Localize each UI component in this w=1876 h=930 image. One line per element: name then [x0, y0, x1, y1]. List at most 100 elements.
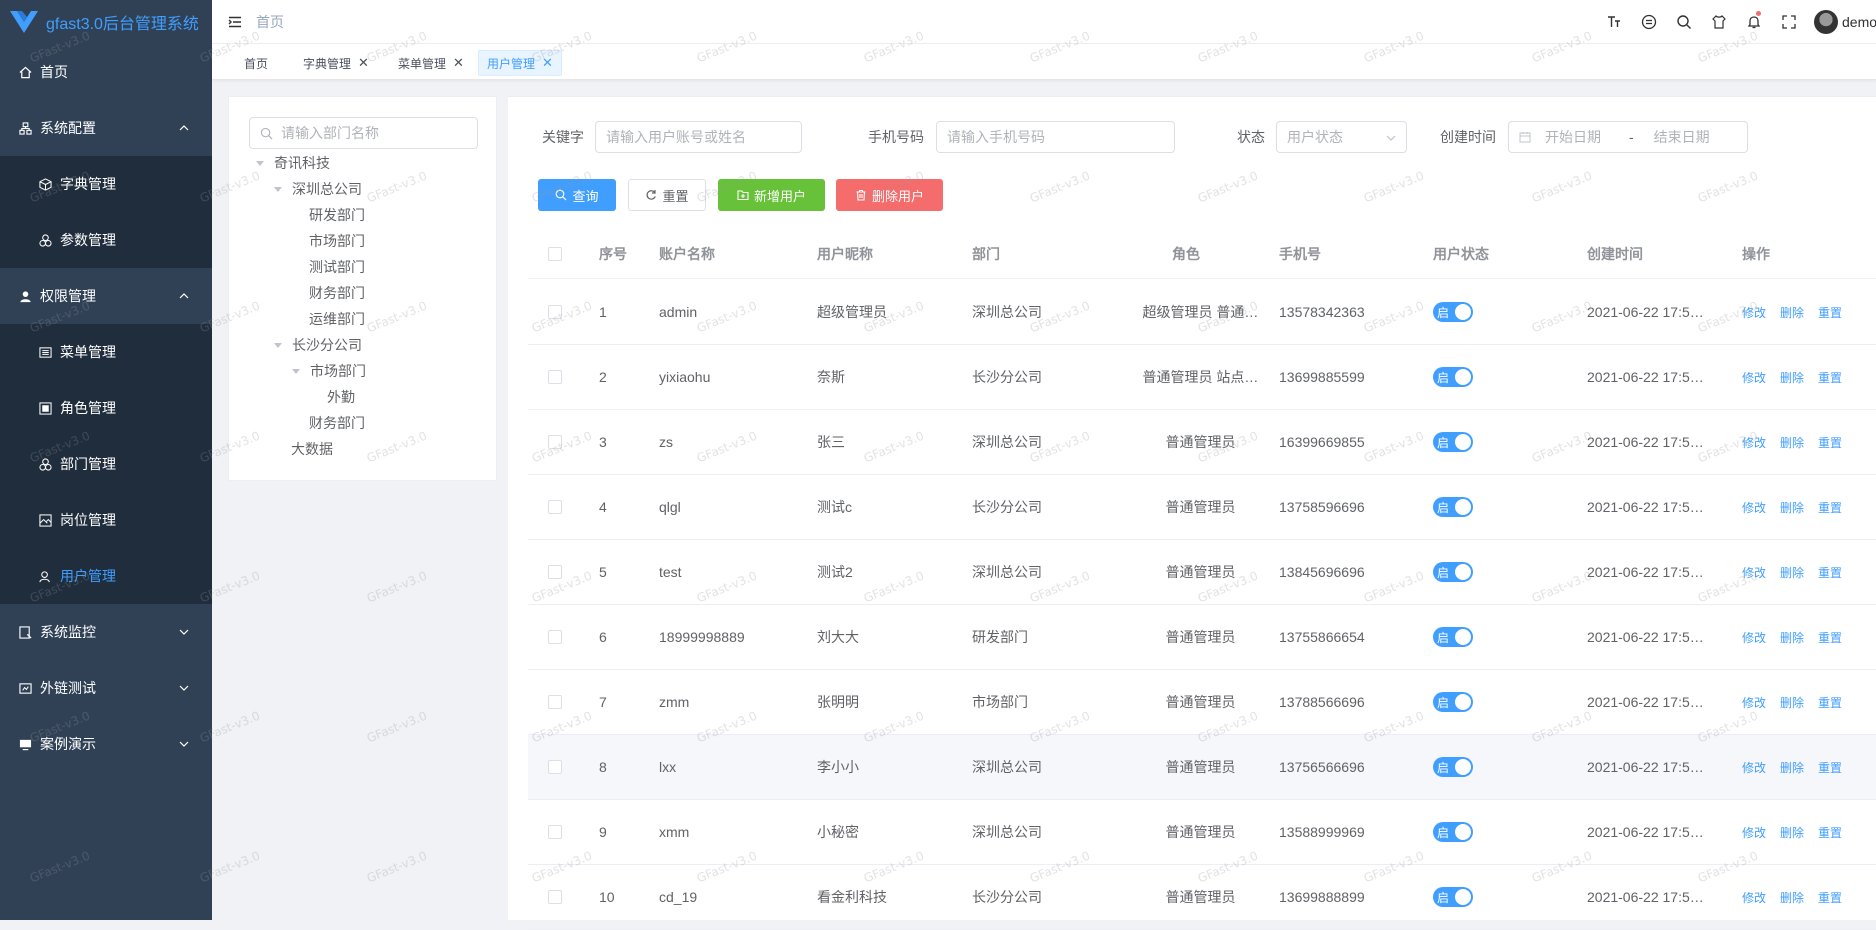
row-checkbox[interactable] [548, 540, 562, 604]
reset-password-link[interactable]: 重置 [1818, 889, 1842, 906]
tree-node[interactable]: 长沙分公司 [274, 332, 362, 358]
sidebar-item-monitor[interactable]: 系统监控 [0, 604, 212, 660]
search-icon[interactable] [1666, 0, 1701, 44]
tree-node[interactable]: 深圳总公司 [274, 176, 362, 202]
row-checkbox[interactable] [548, 735, 562, 799]
tree-node[interactable]: 研发部门 [309, 202, 365, 228]
status-select[interactable]: 用户状态 [1276, 121, 1407, 153]
close-icon[interactable]: ✕ [453, 55, 464, 71]
table-row[interactable]: 1 admin 超级管理员 深圳总公司 超级管理员 普通… 13578342363 启 202… [528, 280, 1876, 345]
reset-password-link[interactable]: 重置 [1818, 694, 1842, 711]
username[interactable]: demo [1842, 14, 1876, 30]
status-switch[interactable]: 启 [1433, 280, 1473, 344]
table-row[interactable]: 3 zs 张三 深圳总公司 普通管理员 16399669855 启 2021-06-22 17… [528, 410, 1876, 475]
status-switch[interactable]: 启 [1433, 605, 1473, 669]
row-checkbox[interactable] [548, 670, 562, 734]
sidebar-item-permission[interactable]: 权限管理 [0, 268, 212, 324]
dept-search-input[interactable]: 请输入部门名称 [249, 117, 478, 149]
reset-password-link[interactable]: 重置 [1818, 304, 1842, 321]
row-checkbox[interactable] [548, 865, 562, 929]
edit-link[interactable]: 修改 [1742, 889, 1766, 906]
tree-node[interactable]: 大数据 [291, 436, 333, 462]
row-checkbox[interactable] [548, 280, 562, 344]
row-checkbox[interactable] [548, 605, 562, 669]
delete-link[interactable]: 删除 [1780, 499, 1804, 516]
delete-link[interactable]: 删除 [1780, 369, 1804, 386]
caret-down-icon[interactable] [256, 160, 264, 166]
delete-link[interactable]: 删除 [1780, 824, 1804, 841]
end-date-placeholder[interactable]: 结束日期 [1654, 127, 1710, 147]
table-row[interactable]: 2 yixiaohu 奈斯 长沙分公司 普通管理员 站点… 13699885599 启 202… [528, 345, 1876, 410]
sidebar-item-demo[interactable]: 案例演示 [0, 716, 212, 772]
font-size-icon[interactable] [1596, 0, 1631, 44]
fullscreen-icon[interactable] [1771, 0, 1806, 44]
reset-password-link[interactable]: 重置 [1818, 434, 1842, 451]
start-date-placeholder[interactable]: 开始日期 [1545, 127, 1601, 147]
sidebar-item-dict[interactable]: 字典管理 [0, 156, 212, 212]
bell-icon[interactable] [1736, 0, 1771, 44]
sidebar-item-dept[interactable]: 部门管理 [0, 436, 212, 492]
reset-password-link[interactable]: 重置 [1818, 629, 1842, 646]
edit-link[interactable]: 修改 [1742, 434, 1766, 451]
date-range-picker[interactable]: 开始日期 - 结束日期 [1508, 121, 1748, 153]
close-icon[interactable]: ✕ [358, 55, 369, 71]
tree-node[interactable]: 外勤 [327, 384, 355, 410]
caret-down-icon[interactable] [274, 186, 282, 192]
caret-down-icon[interactable] [274, 342, 282, 348]
edit-link[interactable]: 修改 [1742, 499, 1766, 516]
row-checkbox[interactable] [548, 410, 562, 474]
table-row[interactable]: 6 18999998889 刘大大 研发部门 普通管理员 13755866654 启 2021… [528, 605, 1876, 670]
sidebar-item-post[interactable]: 岗位管理 [0, 492, 212, 548]
delete-link[interactable]: 删除 [1780, 694, 1804, 711]
query-button[interactable]: 查询 [538, 179, 616, 211]
delete-link[interactable]: 删除 [1780, 629, 1804, 646]
reset-password-link[interactable]: 重置 [1818, 824, 1842, 841]
status-switch[interactable]: 启 [1433, 345, 1473, 409]
tree-node[interactable]: 奇讯科技 [256, 150, 330, 176]
tab-menu[interactable]: 菜单管理 ✕ [390, 50, 472, 76]
tree-node[interactable]: 财务部门 [309, 280, 365, 306]
reset-button[interactable]: 重置 [628, 179, 706, 211]
select-all-checkbox[interactable] [548, 229, 562, 279]
edit-link[interactable]: 修改 [1742, 564, 1766, 581]
edit-link[interactable]: 修改 [1742, 694, 1766, 711]
sidebar-item-external-link[interactable]: 外链测试 [0, 660, 212, 716]
reset-password-link[interactable]: 重置 [1818, 369, 1842, 386]
phone-input[interactable]: 请输入手机号码 [936, 121, 1175, 153]
status-switch[interactable]: 启 [1433, 540, 1473, 604]
table-row[interactable]: 5 test 测试2 深圳总公司 普通管理员 13845696696 启 2021-06-22… [528, 540, 1876, 605]
reset-password-link[interactable]: 重置 [1818, 564, 1842, 581]
breadcrumb[interactable]: 首页 [256, 12, 284, 32]
status-switch[interactable]: 启 [1433, 800, 1473, 864]
sidebar-item-params[interactable]: 参数管理 [0, 212, 212, 268]
sidebar-item-menu[interactable]: 菜单管理 [0, 324, 212, 380]
edit-link[interactable]: 修改 [1742, 369, 1766, 386]
caret-down-icon[interactable] [292, 368, 300, 374]
table-row[interactable]: 7 zmm 张明明 市场部门 普通管理员 13788566696 启 2021-06-22 1… [528, 670, 1876, 735]
close-icon[interactable]: ✕ [542, 55, 553, 71]
edit-link[interactable]: 修改 [1742, 304, 1766, 321]
status-switch[interactable]: 启 [1433, 670, 1473, 734]
tab-dict[interactable]: 字典管理 ✕ [295, 50, 377, 76]
delete-link[interactable]: 删除 [1780, 434, 1804, 451]
table-row[interactable]: 9 xmm 小秘密 深圳总公司 普通管理员 13588999969 启 2021-06-22 … [528, 800, 1876, 865]
logo[interactable]: gfast3.0后台管理系统 [0, 0, 212, 44]
avatar[interactable] [1814, 10, 1838, 34]
theme-icon[interactable] [1701, 0, 1736, 44]
tree-node[interactable]: 市场部门 [292, 358, 366, 384]
sidebar-item-user[interactable]: 用户管理 [0, 548, 212, 604]
add-user-button[interactable]: 新增用户 [718, 179, 825, 211]
delete-link[interactable]: 删除 [1780, 564, 1804, 581]
edit-link[interactable]: 修改 [1742, 759, 1766, 776]
status-switch[interactable]: 启 [1433, 865, 1473, 929]
status-switch[interactable]: 启 [1433, 735, 1473, 799]
row-checkbox[interactable] [548, 345, 562, 409]
delete-link[interactable]: 删除 [1780, 304, 1804, 321]
sidebar-item-home[interactable]: 首页 [0, 44, 212, 100]
tree-node[interactable]: 市场部门 [309, 228, 365, 254]
sidebar-item-role[interactable]: 角色管理 [0, 380, 212, 436]
table-row[interactable]: 8 lxx 李小小 深圳总公司 普通管理员 13756566696 启 2021-06-22 … [528, 735, 1876, 800]
delete-link[interactable]: 删除 [1780, 889, 1804, 906]
tab-user[interactable]: 用户管理 ✕ [478, 50, 562, 76]
tab-home[interactable]: 首页 [236, 50, 276, 76]
